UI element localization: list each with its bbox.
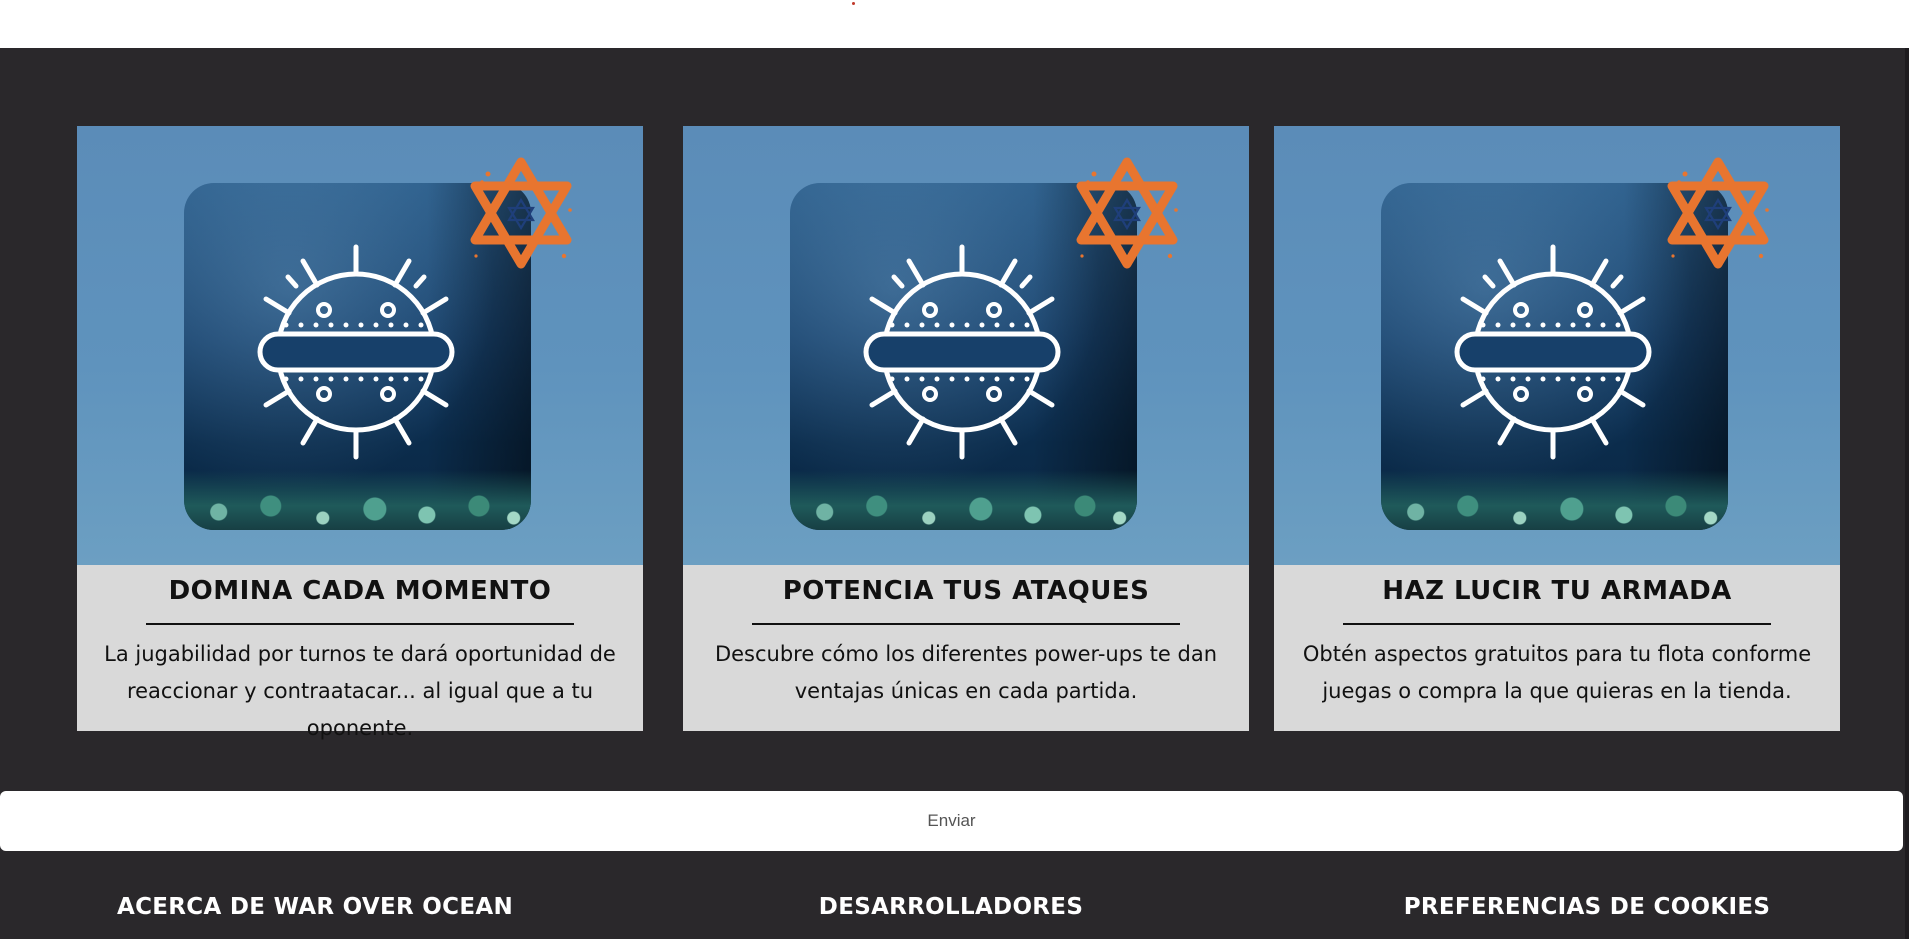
top-header-strip	[0, 0, 1909, 48]
footer-link-cookie-preferences[interactable]: PREFERENCIAS DE COOKIES	[1287, 894, 1887, 920]
reef-decoration	[790, 470, 1137, 530]
naval-mine-icon	[1454, 244, 1652, 460]
loading-dot	[852, 2, 855, 5]
star-of-david-icon	[1667, 157, 1769, 269]
description-line: ventajas únicas en cada partida.	[794, 679, 1138, 703]
description-line: Obtén aspectos gratuitos para tu flota c…	[1302, 642, 1812, 666]
description-line: La jugabilidad por turnos te dará oportu…	[104, 642, 616, 666]
title-divider	[1343, 623, 1771, 625]
footer-link-developers[interactable]: DESARROLLADORES	[651, 894, 1251, 920]
feature-title: HAZ LUCIR TU ARMADA	[1382, 576, 1732, 606]
feature-card-image	[683, 126, 1249, 565]
description-line: juegas o compra la que quieras en la tie…	[1322, 679, 1792, 703]
feature-description: Obtén aspectos gratuitos para tu flota c…	[1284, 636, 1830, 710]
feature-card: DOMINA CADA MOMENTO La jugabilidad por t…	[77, 126, 643, 740]
star-of-david-icon	[470, 157, 572, 269]
feature-description: Descubre cómo los diferentes power-ups t…	[693, 636, 1239, 710]
page-scrollbar[interactable]	[1905, 48, 1909, 939]
description-line: reaccionar y contraatacar... al igual qu…	[126, 679, 594, 740]
feature-title: DOMINA CADA MOMENTO	[168, 576, 552, 606]
feature-card-image	[77, 126, 643, 565]
send-button[interactable]: Enviar	[0, 791, 1903, 851]
footer-link-about[interactable]: ACERCA DE WAR OVER OCEAN	[15, 894, 615, 920]
description-line: Descubre cómo los diferentes power-ups t…	[714, 642, 1218, 666]
feature-card: HAZ LUCIR TU ARMADA Obtén aspectos gratu…	[1274, 126, 1840, 731]
feature-description: La jugabilidad por turnos te dará oportu…	[87, 636, 633, 747]
feature-card-image	[1274, 126, 1840, 565]
feature-title: POTENCIA TUS ATAQUES	[782, 576, 1150, 606]
star-of-david-icon	[1076, 157, 1178, 269]
reef-decoration	[184, 470, 531, 530]
naval-mine-icon	[257, 244, 455, 460]
features-section: DOMINA CADA MOMENTO La jugabilidad por t…	[0, 48, 1909, 939]
reef-decoration	[1381, 470, 1728, 530]
title-divider	[752, 623, 1180, 625]
feature-card: POTENCIA TUS ATAQUES Descubre cómo los d…	[683, 126, 1249, 731]
naval-mine-icon	[863, 244, 1061, 460]
title-divider	[146, 623, 574, 625]
